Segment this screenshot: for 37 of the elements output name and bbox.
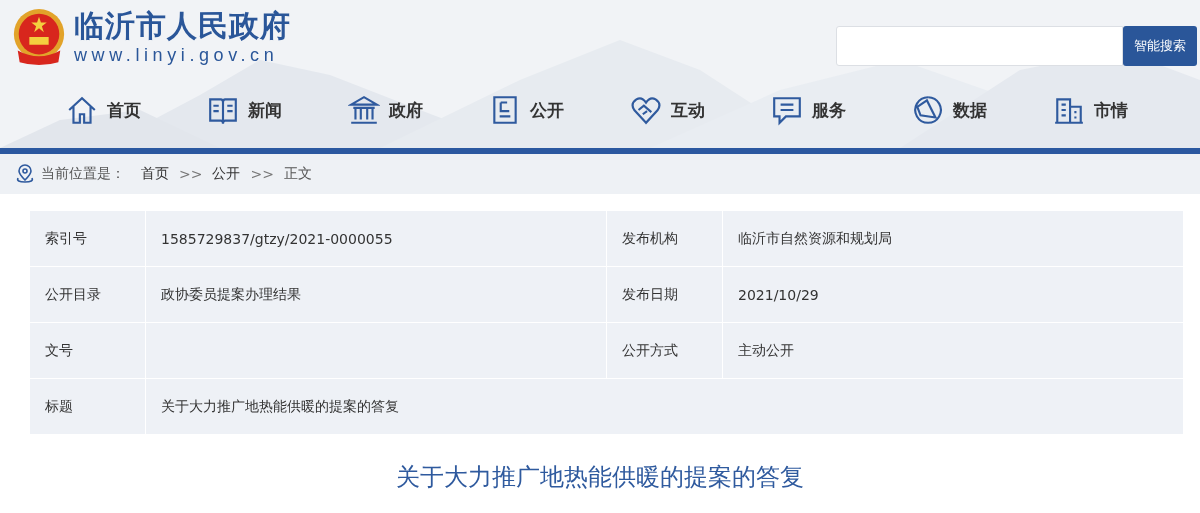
label-cell: 发布机构 [607,211,722,266]
breadcrumb-link[interactable]: 首页 [141,165,169,183]
value-cell: 主动公开 [723,323,1183,378]
label-cell: 公开方式 [607,323,722,378]
value-cell: 2021/10/29 [723,267,1183,322]
label-cell: 发布日期 [607,267,722,322]
label-cell: 文号 [30,323,145,378]
home-icon [66,94,98,126]
label-cell: 公开目录 [30,267,145,322]
breadcrumb-link[interactable]: 公开 [212,165,241,183]
nav-item[interactable]: 市情 [1053,94,1194,126]
label-cell: 索引号 [30,211,145,266]
breadcrumb-separator: >> [179,166,203,182]
nav-item[interactable]: 首页 [66,94,207,126]
nav-item[interactable]: 数据 [912,94,1053,126]
value-cell: 临沂市自然资源和规划局 [723,211,1183,266]
nav-item[interactable]: 政府 [348,94,489,126]
nav-item[interactable]: 互动 [630,94,771,126]
article-title: 关于大力推广地热能供暖的提案的答复 [395,462,805,493]
value-cell: 政协委员提案办理结果 [146,267,606,322]
value-cell: 1585729837/gtzy/2021-0000055 [146,211,606,266]
breadcrumb-label: 当前位置是： [41,165,125,183]
search-field[interactable] [836,26,1123,66]
label-cell: 标题 [30,379,145,434]
breadcrumb-current: 正文 [283,165,312,183]
nav-item[interactable]: 新闻 [207,94,348,126]
site-title: 临沂市人民政府 [74,8,291,44]
search-button[interactable]: 智能搜索 [1123,26,1197,66]
heart-icon [630,94,662,126]
breadcrumb-separator: >> [250,166,274,182]
nav-item[interactable]: 服务 [771,94,912,126]
site-url: www.linyi.gov.cn [74,44,280,66]
value-cell: 关于大力推广地热能供暖的提案的答复 [146,379,1183,434]
building-icon [348,94,380,126]
chat-icon [771,94,803,126]
nav-item[interactable]: 公开 [489,94,630,126]
location-pin-icon [15,164,35,184]
